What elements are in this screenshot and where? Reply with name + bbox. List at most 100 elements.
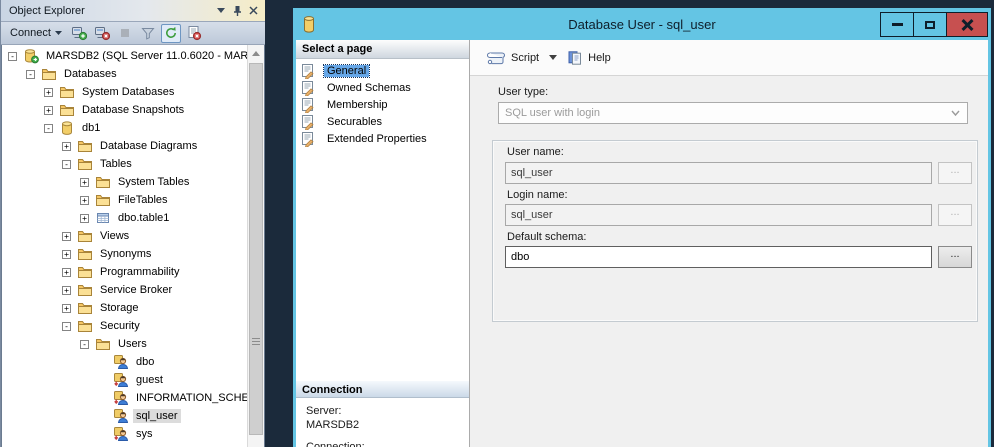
tree-item-db1[interactable]: -db1 [2,119,247,137]
page-item-securables[interactable]: Securables [300,113,469,130]
connect-button[interactable]: Connect [6,25,66,41]
tree-item-label: System Databases [79,85,177,99]
tree-item-sql-user[interactable]: sql_user [2,407,247,425]
filter-icon[interactable] [138,24,158,43]
tree-item-service-broker[interactable]: +Service Broker [2,281,247,299]
tree-item-label: Storage [97,301,142,315]
maximize-button[interactable] [913,12,946,37]
stop-icon [115,24,135,43]
tree-item-label: FileTables [115,193,171,207]
user-name-label: User name: [507,146,564,158]
tree-item-filetables[interactable]: + FileTables [2,191,247,209]
expand-icon[interactable]: + [62,304,71,313]
minimize-button[interactable] [880,12,913,37]
tree-item-dbo[interactable]: dbo [2,353,247,371]
expand-icon[interactable]: + [44,106,53,115]
tree-item-label: dbo [133,355,157,369]
scrollbar-thumb[interactable] [249,63,263,435]
tree-item-label: Security [97,319,143,333]
folder-icon [77,300,93,316]
tree-item-label: Databases [61,67,120,81]
tree-item-database-snapshots[interactable]: +Database Snapshots [2,101,247,119]
expand-icon[interactable]: + [62,268,71,277]
tree-item-databases[interactable]: - Databases [2,65,247,83]
tree-item-database-diagrams[interactable]: +Database Diagrams [2,137,247,155]
dialog-titlebar[interactable]: Database User - sql_user [293,8,991,40]
window-position-chevron-icon[interactable] [213,3,229,19]
expand-icon[interactable]: + [62,250,71,259]
page-item-label: Membership [324,99,391,111]
expand-icon[interactable]: + [80,178,89,187]
page-icon [300,131,316,147]
page-item-membership[interactable]: Membership [300,96,469,113]
scrollbar-up-arrow-icon[interactable] [248,45,264,61]
user-type-select: SQL user with login [498,102,968,124]
expand-icon[interactable]: + [62,286,71,295]
tree-item-sys[interactable]: sys [2,425,247,443]
help-button[interactable]: Help [563,47,615,69]
expand-icon[interactable]: + [80,214,89,223]
expander-spacer [98,430,107,439]
tree-item-security[interactable]: - Security [2,317,247,335]
default-schema-field[interactable] [505,246,932,268]
object-explorer-title: Object Explorer [9,5,85,17]
connect-dropdown-icon [55,31,62,35]
folder-icon [59,84,75,100]
default-schema-label: Default schema: [507,231,586,243]
collapse-icon[interactable]: - [44,124,53,133]
tree-item-synonyms[interactable]: +Synonyms [2,245,247,263]
refresh-icon[interactable] [161,24,181,43]
select-a-page-header: Select a page [296,40,469,59]
collapse-icon[interactable]: - [80,340,89,349]
tree-item-system-databases[interactable]: + System Databases [2,83,247,101]
folder-icon [95,174,111,190]
tree-item-programmability[interactable]: + Programmability [2,263,247,281]
script-error-icon[interactable] [184,24,204,43]
user-disabled-icon [113,390,129,406]
tree-item-tables[interactable]: -Tables [2,155,247,173]
close-button[interactable] [946,12,988,37]
tree-item-information-schema[interactable]: INFORMATION_SCHEMA [2,389,247,407]
general-page-panel: Script Help User type: SQL user with log… [470,40,988,447]
collapse-icon[interactable]: - [26,70,35,79]
page-item-extended-properties[interactable]: Extended Properties [300,130,469,147]
object-explorer-tree-container: -MARSDB2 (SQL Server 11.0.6020 - MARSD-D… [1,45,265,447]
tree-item-storage[interactable]: + Storage [2,299,247,317]
collapse-icon[interactable]: - [62,322,71,331]
server-icon [23,48,39,64]
expand-icon[interactable]: + [44,88,53,97]
minimize-icon [892,23,903,26]
tree-item-users[interactable]: -Users [2,335,247,353]
collapse-icon[interactable]: - [8,52,17,61]
tree-scrollbar[interactable] [247,45,264,447]
connect-server-icon[interactable] [69,24,89,43]
login-name-label: Login name: [507,189,568,201]
database-icon [59,120,75,136]
script-dropdown-icon[interactable] [549,55,557,60]
script-button[interactable]: Script [482,48,543,68]
default-schema-browse-button[interactable]: ... [938,246,972,268]
disconnect-server-icon[interactable] [92,24,112,43]
expand-icon[interactable]: + [62,232,71,241]
page-icon [300,114,316,130]
user-name-field [505,162,932,184]
connection-info: Server: MARSDB2 Connection: [306,404,465,447]
tree-item-dbo-table1[interactable]: +dbo.table1 [2,209,247,227]
folder-icon [41,66,57,82]
tree-item-guest[interactable]: guest [2,371,247,389]
folder-icon [77,264,93,280]
object-explorer-panel: Object Explorer Connect [0,0,265,447]
tree-item-system-tables[interactable]: +System Tables [2,173,247,191]
expand-icon[interactable]: + [80,196,89,205]
server-label: Server: [306,404,465,418]
expand-icon[interactable]: + [62,142,71,151]
page-item-owned-schemas[interactable]: Owned Schemas [300,79,469,96]
tree-item-label: Programmability [97,265,182,279]
user-disabled-icon [113,372,129,388]
page-item-general[interactable]: General [300,62,469,79]
tree-item-marsdb2-sql-server-11-0-6020-marsd[interactable]: -MARSDB2 (SQL Server 11.0.6020 - MARSD [2,47,247,65]
collapse-icon[interactable]: - [62,160,71,169]
tree-item-views[interactable]: +Views [2,227,247,245]
pin-icon[interactable] [229,3,245,19]
close-panel-icon[interactable] [245,3,261,19]
